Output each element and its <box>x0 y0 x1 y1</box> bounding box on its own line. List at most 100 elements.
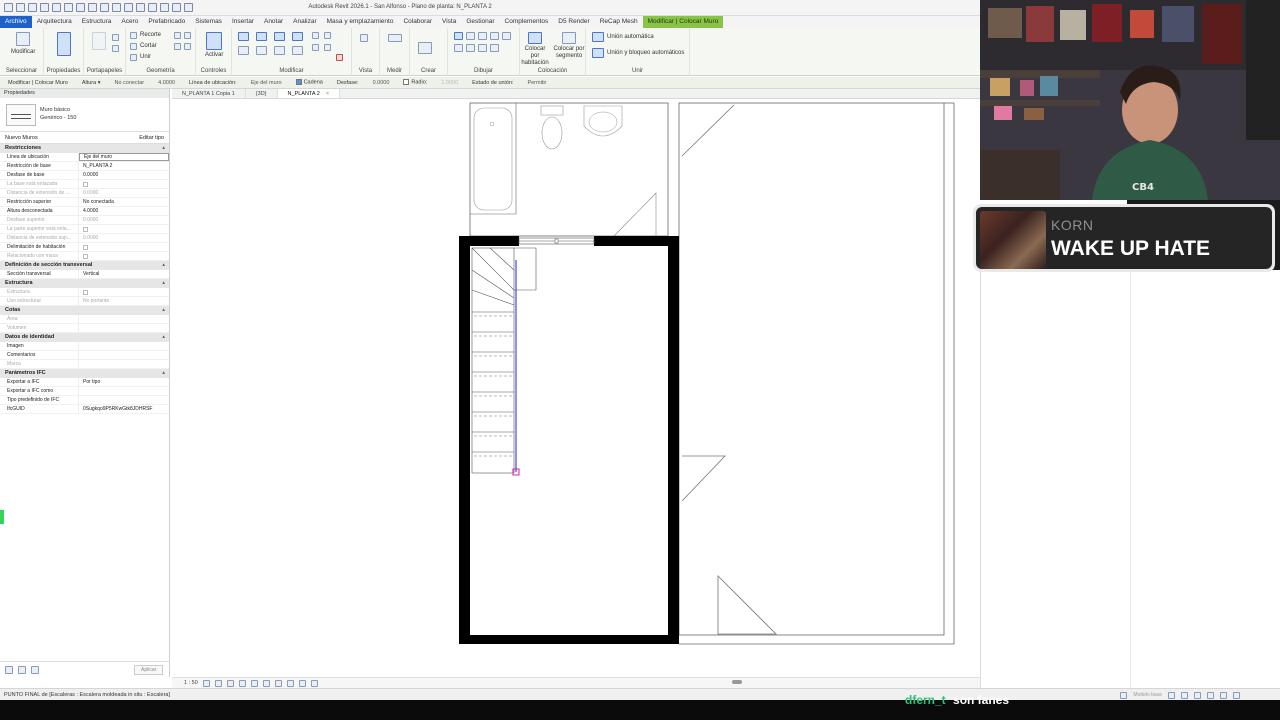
measure-tool-icon[interactable] <box>388 34 402 42</box>
type-selector[interactable]: Muro básico Genérico - 150 <box>0 98 169 132</box>
height-mode-select[interactable]: No conectar <box>114 80 144 86</box>
chain-checkbox[interactable] <box>295 79 302 86</box>
property-value[interactable] <box>79 342 169 350</box>
activar-button[interactable]: Activar <box>205 52 223 58</box>
copy-element-icon[interactable] <box>256 46 267 55</box>
tab-d5-render[interactable]: D5 Render <box>553 16 594 28</box>
shadows-icon[interactable] <box>238 679 246 687</box>
wall-bottom[interactable] <box>459 635 679 644</box>
draw-polygon-icon[interactable] <box>478 32 487 40</box>
tab-masa[interactable]: Masa y emplazamiento <box>322 16 399 28</box>
tab-vista[interactable]: Vista <box>437 16 461 28</box>
mirror-draw-icon[interactable] <box>292 32 303 41</box>
tab-arquitectura[interactable]: Arquitectura <box>32 16 77 28</box>
join-status-select[interactable]: Permitir <box>527 80 546 86</box>
paste-icon[interactable] <box>92 32 106 50</box>
draw-line-icon[interactable] <box>454 32 463 40</box>
property-row[interactable]: Altura desconectada 4.0000 <box>0 207 169 216</box>
property-row[interactable]: Exportar a IFC como <box>0 387 169 396</box>
geometry-tool-icon[interactable] <box>174 32 181 39</box>
highlight-displacement-icon[interactable] <box>310 679 318 687</box>
property-section-header[interactable]: Restricciones <box>0 144 169 153</box>
select-links-icon[interactable] <box>1168 691 1175 699</box>
draw-arc-icon[interactable] <box>502 32 511 40</box>
create-group-icon[interactable] <box>418 42 432 54</box>
place-by-segment-icon[interactable] <box>562 32 576 44</box>
tab-analizar[interactable]: Analizar <box>288 16 321 28</box>
copy-icon[interactable] <box>112 45 119 52</box>
join-lock-icon[interactable] <box>592 48 604 58</box>
instance-filter-select[interactable]: Nuevo Muros <box>5 135 38 141</box>
recorte-button[interactable]: Recorte <box>140 32 161 38</box>
property-checkbox[interactable] <box>79 243 169 251</box>
scale-icon[interactable] <box>324 44 331 51</box>
edit-type-button[interactable]: Editar tipo <box>139 135 164 141</box>
place-by-room-icon[interactable] <box>528 32 542 44</box>
tab-anotar[interactable]: Anotar <box>259 16 288 28</box>
property-row[interactable]: IfcGUID 0Sugkqo9P5RKwGtk8JDHRSF <box>0 405 169 414</box>
property-value[interactable]: Vertical <box>79 270 169 278</box>
split-icon[interactable] <box>312 32 319 39</box>
property-section-header[interactable]: Definición de sección transversal <box>0 261 169 270</box>
scale-label[interactable]: 1 : 50 <box>184 680 198 686</box>
tab-archivo[interactable]: Archivo <box>0 16 32 28</box>
location-line-select[interactable]: Eje del muro <box>251 80 282 86</box>
property-value[interactable]: Eje del muro <box>79 153 169 161</box>
property-value[interactable]: Por tipo <box>79 378 169 386</box>
radius-checkbox[interactable] <box>403 79 410 86</box>
modify-cursor-icon[interactable] <box>16 32 30 46</box>
activate-controls-icon[interactable] <box>206 32 222 50</box>
temporary-hide-icon[interactable] <box>274 679 282 687</box>
wall-left[interactable] <box>459 236 470 644</box>
cut-icon[interactable] <box>112 34 119 41</box>
property-row[interactable]: Tipo predefinido de IFC <box>0 396 169 405</box>
tab-prefabricado[interactable]: Prefabricado <box>143 16 190 28</box>
radius-input[interactable]: 1.0000 <box>441 80 458 86</box>
property-row[interactable]: Delimitación de habitación <box>0 243 169 252</box>
drag-elements-icon[interactable] <box>1220 691 1227 699</box>
auto-join-icon[interactable] <box>592 32 604 42</box>
draw-fillet-icon[interactable] <box>466 44 475 52</box>
tab-estructura[interactable]: Estructura <box>77 16 117 28</box>
property-value[interactable]: 4.0000 <box>79 207 169 215</box>
split-face-icon[interactable] <box>174 43 181 50</box>
wall-top-left[interactable] <box>459 236 519 246</box>
property-row[interactable]: Comentarios <box>0 351 169 360</box>
array-icon[interactable] <box>312 44 319 51</box>
property-row[interactable]: Exportar a IFC Por tipo <box>0 378 169 387</box>
join-geometry-icon[interactable] <box>130 54 137 61</box>
property-value[interactable] <box>79 396 169 404</box>
property-value[interactable] <box>79 387 169 395</box>
property-row[interactable]: Imagen <box>0 342 169 351</box>
tab-colaborar[interactable]: Colaborar <box>398 16 437 28</box>
property-section-header[interactable]: Estructura <box>0 279 169 288</box>
filter-icon[interactable] <box>1233 691 1240 699</box>
join-lock-button[interactable]: Unión y bloqueo automáticos <box>607 50 684 56</box>
tab-insertar[interactable]: Insertar <box>227 16 259 28</box>
property-value[interactable] <box>79 351 169 359</box>
cortar-button[interactable]: Cortar <box>140 43 157 49</box>
place-by-segment-button[interactable]: Colocar por segmento <box>552 46 586 60</box>
pick-faces-icon[interactable] <box>490 44 499 52</box>
properties-list-icon[interactable] <box>18 665 26 674</box>
view-icon[interactable] <box>360 34 368 42</box>
property-row[interactable]: Restricción de base N_PLANTA 2 <box>0 162 169 171</box>
detail-level-icon[interactable] <box>202 679 210 687</box>
properties-tree-icon[interactable] <box>31 665 39 674</box>
select-by-face-icon[interactable] <box>1207 691 1214 699</box>
select-pinned-icon[interactable] <box>1194 691 1201 699</box>
crop-view-icon[interactable] <box>250 679 258 687</box>
property-row[interactable]: Restricción superior No conectada <box>0 198 169 207</box>
tab-acero[interactable]: Acero <box>116 16 143 28</box>
modify-button[interactable]: Modificar <box>11 49 35 55</box>
draw-circle-icon[interactable] <box>490 32 499 40</box>
tab-complementos[interactable]: Complementos <box>500 16 554 28</box>
property-section-header[interactable]: Datos de identidad <box>0 333 169 342</box>
cope-icon[interactable] <box>130 32 137 39</box>
properties-icon[interactable] <box>57 32 71 56</box>
move-icon[interactable] <box>238 46 249 55</box>
show-crop-icon[interactable] <box>262 679 270 687</box>
property-section-header[interactable]: Cotas <box>0 306 169 315</box>
place-by-room-button[interactable]: Colocar por habitación <box>520 46 550 67</box>
wall-right[interactable] <box>668 236 679 644</box>
